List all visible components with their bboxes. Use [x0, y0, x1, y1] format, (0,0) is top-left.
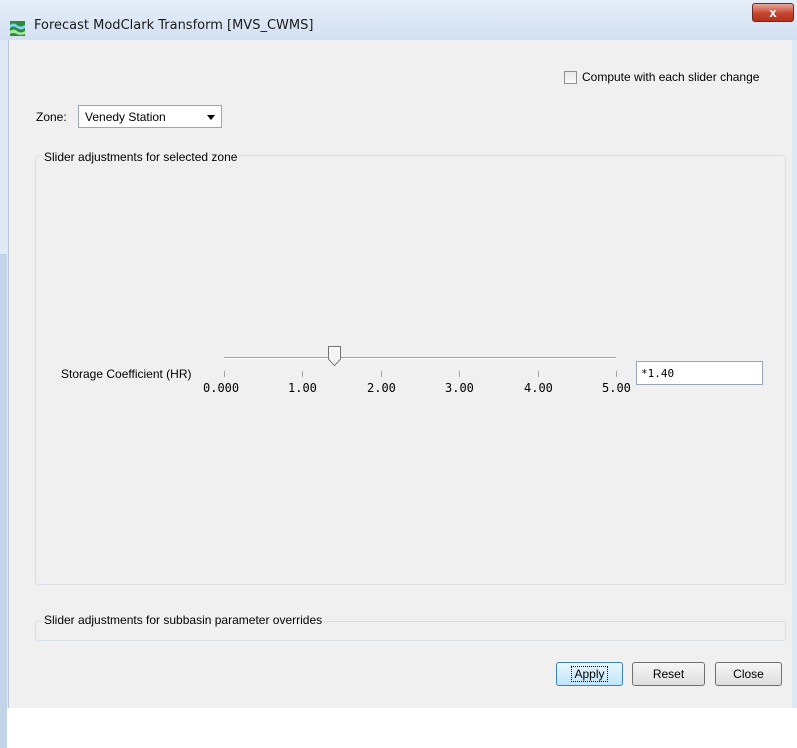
slider-tick: [224, 371, 225, 377]
title-bar[interactable]: Forecast ModClark Transform [MVS_CWMS] x: [0, 0, 797, 40]
window-frame-left: [0, 40, 8, 748]
subbasin-overrides-group-title: Slider adjustments for subbasin paramete…: [42, 613, 325, 627]
slider-tick-label: 1.00: [288, 381, 317, 395]
compute-checkbox[interactable]: [564, 71, 577, 84]
compute-checkbox-label[interactable]: Compute with each slider change: [582, 70, 759, 84]
zone-select[interactable]: Venedy Station: [78, 105, 222, 128]
storage-coefficient-slider-thumb[interactable]: [327, 346, 341, 366]
window-frame-edge: [0, 254, 7, 748]
zone-label: Zone:: [36, 110, 67, 124]
slider-tick-label: 5.00: [602, 381, 631, 395]
window-frame-right: [792, 40, 797, 708]
zone-selected-value: Venedy Station: [85, 110, 166, 124]
app-icon: [10, 21, 25, 36]
window-title: Forecast ModClark Transform [MVS_CWMS]: [34, 18, 314, 33]
slider-tick-label: 0.000: [203, 381, 240, 395]
apply-button-label: Apply: [571, 666, 608, 682]
dialog-window: Forecast ModClark Transform [MVS_CWMS] x…: [0, 0, 797, 748]
storage-coefficient-slider-track[interactable]: [224, 357, 616, 359]
slider-tick: [538, 371, 539, 377]
slider-tick-label: 4.00: [524, 381, 553, 395]
slider-tick: [459, 371, 460, 377]
slider-tick-label: 2.00: [367, 381, 396, 395]
close-button[interactable]: Close: [715, 662, 782, 686]
slider-tick-label: 3.00: [445, 381, 474, 395]
selected-zone-group-title: Slider adjustments for selected zone: [42, 150, 240, 164]
window-close-button[interactable]: x: [752, 3, 794, 22]
storage-coefficient-label: Storage Coefficient (HR): [61, 367, 192, 381]
slider-tick: [302, 371, 303, 377]
close-icon: x: [769, 5, 777, 20]
slider-tick: [381, 371, 382, 377]
slider-tick: [616, 371, 617, 377]
storage-coefficient-value: *1.40: [641, 367, 675, 380]
close-button-label: Close: [733, 667, 764, 681]
apply-button[interactable]: Apply: [556, 662, 623, 686]
storage-coefficient-value-field[interactable]: *1.40: [636, 361, 763, 385]
chevron-down-icon: [207, 115, 215, 120]
reset-button[interactable]: Reset: [632, 662, 705, 686]
reset-button-label: Reset: [652, 667, 685, 681]
